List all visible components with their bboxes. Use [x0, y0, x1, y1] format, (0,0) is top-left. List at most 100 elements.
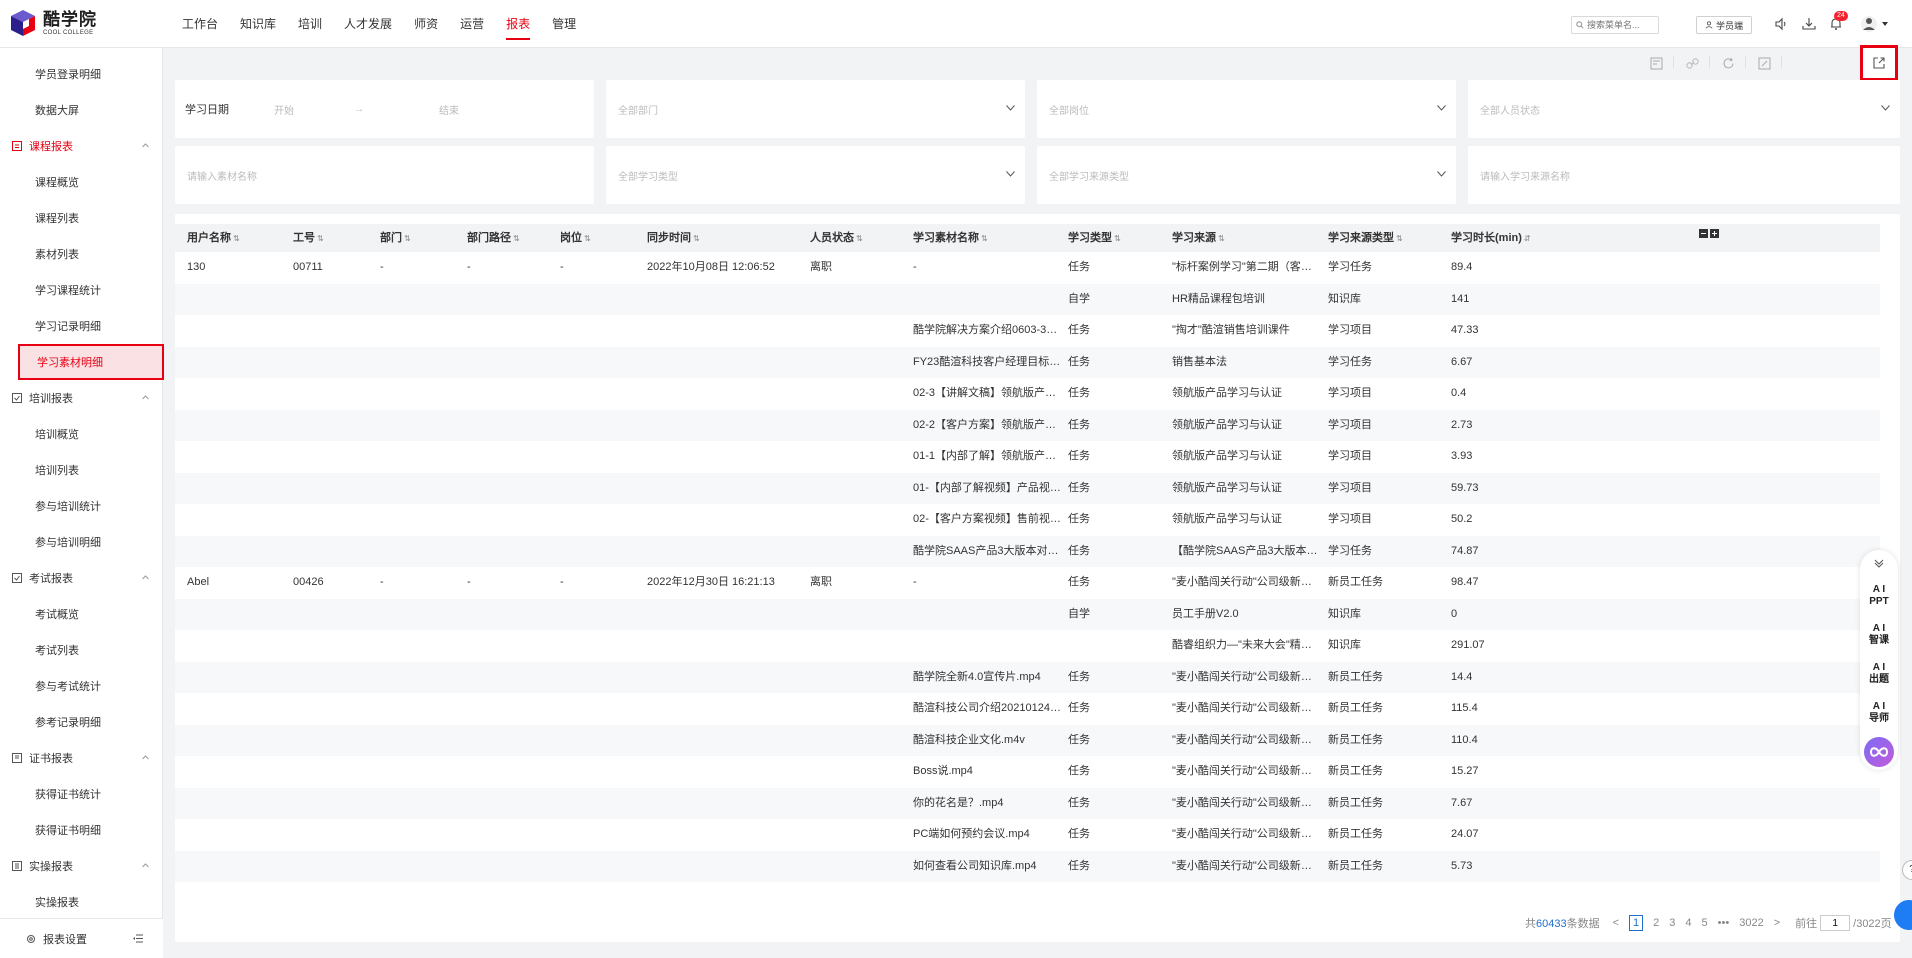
sort-icon[interactable]: ⇅ [1218, 234, 1225, 243]
nav-talent[interactable]: 人才发展 [344, 0, 392, 48]
page-4[interactable]: 4 [1685, 917, 1691, 929]
learning-date-filter[interactable]: 学习日期 开始 → 结束 [175, 80, 594, 138]
sidebar-item-training-stats[interactable]: 参与培训统计 [0, 488, 163, 524]
sidebar-item-course-list[interactable]: 课程列表 [0, 200, 163, 236]
prev-page-button[interactable]: < [1613, 917, 1619, 929]
col-position-header[interactable]: 岗位 ⇅ [560, 224, 591, 252]
goto-page-input[interactable] [1820, 915, 1851, 931]
sidebar-item-learner-login-detail[interactable]: 学员登录明细 [0, 56, 163, 92]
nav-management[interactable]: 管理 [552, 0, 576, 48]
sidebar-item-practice-report[interactable]: 实操报表 [0, 884, 163, 920]
source-name-input[interactable]: 请输入学习来源名称 [1468, 146, 1900, 204]
avatar[interactable] [1860, 15, 1878, 33]
column-toggle-icon[interactable] [1699, 229, 1721, 239]
sort-icon[interactable]: ⇅ [584, 234, 591, 243]
sidebar-item-exam-records[interactable]: 参考记录明细 [0, 704, 163, 740]
col-username-header[interactable]: 用户名称 ⇅ [187, 224, 240, 252]
sidebar-item-exam-overview[interactable]: 考试概览 [0, 596, 163, 632]
app-logo[interactable]: 酷学院 COOL COLLEGE [10, 9, 97, 37]
sort-icon[interactable]: ⇅ [1114, 234, 1121, 243]
sidebar-item-data-screen[interactable]: 数据大屏 [0, 92, 163, 128]
sidebar-item-training-list[interactable]: 培训列表 [0, 452, 163, 488]
sort-icon[interactable]: ⇅ [513, 234, 520, 243]
col-department-header[interactable]: 部门 ⇅ [380, 224, 411, 252]
nav-operations[interactable]: 运营 [460, 0, 484, 48]
sidebar-item-certificate-stats[interactable]: 获得证书统计 [0, 776, 163, 812]
filter-config-icon[interactable] [1645, 50, 1667, 76]
link-icon[interactable] [1681, 50, 1703, 76]
material-name-input[interactable]: 请输入素材名称 [175, 146, 594, 204]
sidebar-item-course-overview[interactable]: 课程概览 [0, 164, 163, 200]
nav-teachers[interactable]: 师资 [414, 0, 438, 48]
date-start-input[interactable]: 开始 [274, 102, 294, 117]
nav-training[interactable]: 培训 [298, 0, 322, 48]
sort-icon[interactable]: ⇅ [981, 234, 988, 243]
col-department-path-header[interactable]: 部门路径 ⇅ [467, 224, 520, 252]
sidebar-group-practice-report[interactable]: 实操报表 [0, 848, 163, 884]
page-last[interactable]: 3022 [1739, 917, 1763, 929]
refresh-icon[interactable] [1717, 50, 1739, 76]
collapse-menu-icon[interactable] [133, 934, 143, 943]
ai-ppt-button[interactable]: A I PPT [1860, 584, 1898, 608]
page-2[interactable]: 2 [1653, 917, 1659, 929]
collapse-up-icon[interactable] [1874, 558, 1884, 568]
department-select[interactable]: 全部部门 [606, 80, 1025, 138]
date-end-input[interactable]: 结束 [439, 102, 459, 117]
position-select[interactable]: 全部岗位 [1037, 80, 1456, 138]
col-source-type-header[interactable]: 学习来源类型 ⇅ [1328, 224, 1403, 252]
nav-knowledge[interactable]: 知识库 [240, 0, 276, 48]
ai-quiz-button[interactable]: A I 出题 [1860, 662, 1898, 686]
sort-icon[interactable]: ⇵ [1524, 234, 1531, 243]
sort-icon[interactable]: ⇅ [693, 234, 700, 243]
col-material-name-header[interactable]: 学习素材名称 ⇅ [913, 224, 988, 252]
menu-search-input[interactable] [1587, 20, 1655, 30]
ai-course-button[interactable]: A I 智课 [1860, 623, 1898, 647]
report-settings-button[interactable]: 报表设置 [0, 918, 163, 958]
sidebar-group-certificate-report[interactable]: 证书报表 [0, 740, 163, 776]
col-username-cell [187, 851, 287, 882]
ai-mentor-button[interactable]: A I 导师 [1860, 701, 1898, 725]
speaker-icon[interactable] [1774, 17, 1788, 31]
col-learning-source-header[interactable]: 学习来源 ⇅ [1172, 224, 1225, 252]
page-3[interactable]: 3 [1669, 917, 1675, 929]
sort-icon[interactable]: ⇅ [317, 234, 324, 243]
sidebar-group-training-report[interactable]: 培训报表 [0, 380, 163, 416]
sidebar-item-exam-stats[interactable]: 参与考试统计 [0, 668, 163, 704]
sidebar-item-training-detail[interactable]: 参与培训明细 [0, 524, 163, 560]
sort-icon[interactable]: ⇅ [404, 234, 411, 243]
menu-search[interactable] [1571, 16, 1659, 34]
sidebar-item-training-overview[interactable]: 培训概览 [0, 416, 163, 452]
page-ellipsis[interactable]: ••• [1718, 917, 1730, 929]
col-learning-duration-header[interactable]: 学习时长(min) ⇵ [1451, 224, 1531, 252]
col-person-status-header[interactable]: 人员状态 ⇅ [810, 224, 863, 252]
sidebar-item-learning-records[interactable]: 学习记录明细 [0, 308, 163, 344]
nav-workbench[interactable]: 工作台 [182, 0, 218, 48]
person-status-select[interactable]: 全部人员状态 [1468, 80, 1900, 138]
sidebar-group-exam-report[interactable]: 考试报表 [0, 560, 163, 596]
col-employee-id-header[interactable]: 工号 ⇅ [293, 224, 324, 252]
export-button[interactable] [1860, 45, 1898, 81]
col-sync-time-header[interactable]: 同步时间 ⇅ [647, 224, 700, 252]
sort-icon[interactable]: ⇅ [856, 234, 863, 243]
column-header-label: 用户名称 [187, 232, 231, 244]
page-5[interactable]: 5 [1702, 917, 1708, 929]
sort-icon[interactable]: ⇅ [233, 234, 240, 243]
next-page-button[interactable]: > [1774, 917, 1780, 929]
source-type-select[interactable]: 全部学习来源类型 [1037, 146, 1456, 204]
caret-down-icon[interactable] [1882, 22, 1888, 27]
col-learning-type-header[interactable]: 学习类型 ⇅ [1068, 224, 1121, 252]
sidebar-group-course-report[interactable]: 课程报表 [0, 128, 163, 164]
sidebar-item-exam-list[interactable]: 考试列表 [0, 632, 163, 668]
learning-type-select[interactable]: 全部学习类型 [606, 146, 1025, 204]
sidebar-item-certificate-detail[interactable]: 获得证书明细 [0, 812, 163, 848]
sidebar-item-material-detail[interactable]: 学习素材明细 [18, 344, 164, 380]
fullscreen-icon[interactable] [1753, 50, 1775, 76]
download-icon[interactable] [1802, 17, 1816, 31]
learner-side-button[interactable]: 学员端 [1696, 16, 1752, 34]
sidebar-item-course-stats[interactable]: 学习课程统计 [0, 272, 163, 308]
sidebar-item-material-list[interactable]: 素材列表 [0, 236, 163, 272]
sort-icon[interactable]: ⇅ [1396, 234, 1403, 243]
page-1[interactable]: 1 [1629, 915, 1644, 931]
ai-assistant-logo[interactable] [1864, 737, 1894, 767]
nav-reports[interactable]: 报表 [506, 0, 531, 48]
